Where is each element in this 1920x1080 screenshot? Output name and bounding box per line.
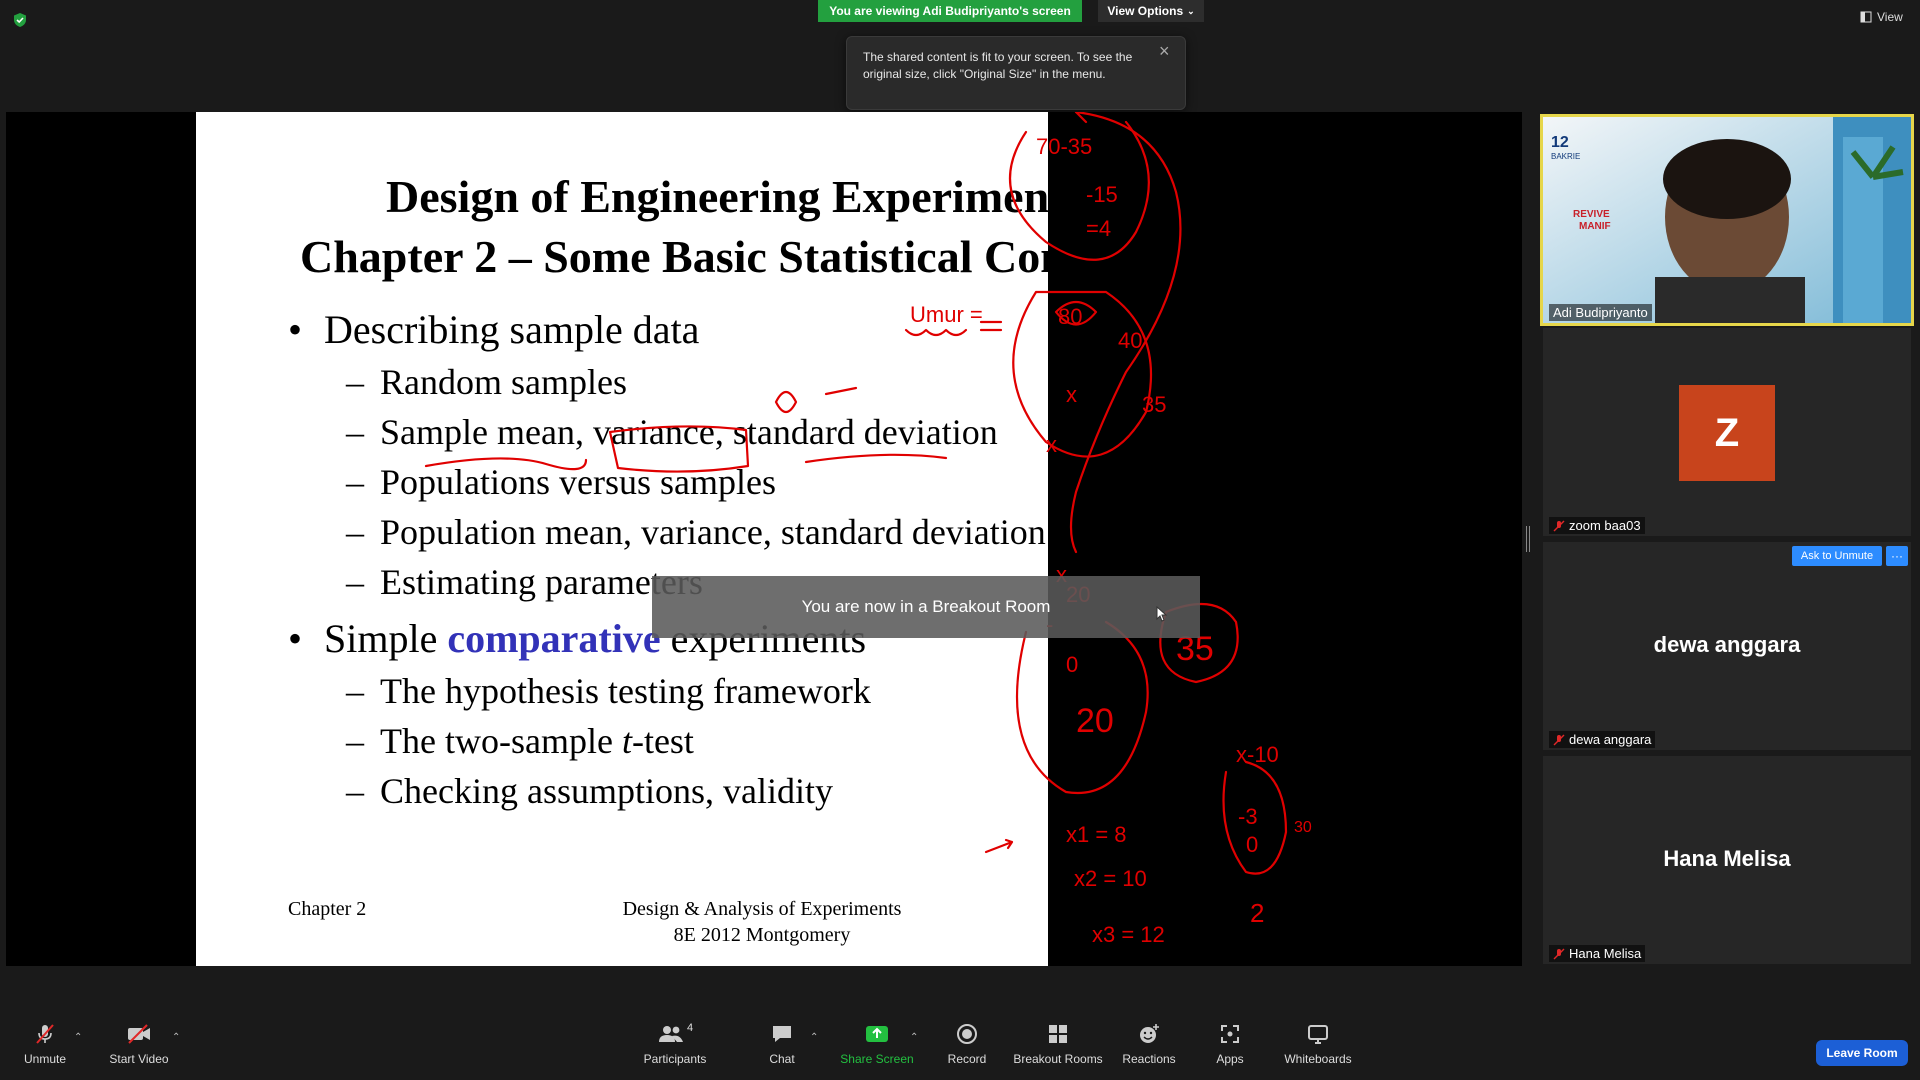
video-feed: 12 BAKRIE REVIVE MANIF bbox=[1543, 117, 1911, 323]
ink-text: x-10 bbox=[1236, 742, 1279, 767]
security-shield-icon[interactable] bbox=[12, 12, 28, 28]
ink-text: x bbox=[1046, 432, 1057, 457]
more-options-button[interactable]: ··· bbox=[1886, 546, 1908, 566]
ink-text: 0 bbox=[1066, 652, 1078, 677]
ink-underline-stddev bbox=[804, 453, 948, 464]
participant-name-tag: Adi Budipriyanto bbox=[1549, 304, 1652, 321]
muted-mic-icon bbox=[1553, 520, 1565, 531]
record-icon bbox=[957, 1024, 977, 1044]
ink-text: 0 bbox=[1246, 832, 1258, 857]
ink-text: x1 = 8 bbox=[1066, 822, 1127, 847]
chat-button[interactable]: Chat bbox=[760, 1008, 804, 1080]
breakout-rooms-button[interactable]: Breakout Rooms bbox=[1010, 1008, 1106, 1080]
start-video-button[interactable]: Start Video bbox=[104, 1008, 174, 1080]
chevron-down-icon: ⌄ bbox=[1187, 5, 1195, 16]
svg-text:MANIF: MANIF bbox=[1579, 221, 1611, 232]
tooltip-text: The shared content is fit to your screen… bbox=[863, 50, 1133, 81]
view-button[interactable]: View bbox=[1860, 10, 1903, 24]
view-options-label: View Options bbox=[1107, 4, 1184, 18]
meeting-toolbar: Unmute ⌃ Start Video ⌃ 4 Participants Ch… bbox=[0, 1008, 1920, 1080]
ink-text: -15 bbox=[1086, 182, 1118, 207]
video-tile-adi[interactable]: 12 BAKRIE REVIVE MANIF Adi Budipriyanto bbox=[1540, 114, 1914, 326]
ink-text: 40 bbox=[1118, 328, 1142, 353]
share-screen-button[interactable]: Share Screen bbox=[836, 1008, 918, 1080]
shared-screen: Design of Engineering Experiments Chapte… bbox=[6, 112, 1522, 966]
svg-text:REVIVE: REVIVE bbox=[1573, 209, 1610, 220]
apps-icon bbox=[1221, 1025, 1239, 1043]
video-tile-hana-melisa[interactable]: Hana Melisa Hana Melisa bbox=[1543, 756, 1911, 964]
breakout-rooms-icon bbox=[1049, 1025, 1067, 1043]
ink-text: x3 = 12 bbox=[1092, 922, 1165, 947]
audio-options-caret[interactable]: ⌃ bbox=[74, 1032, 82, 1043]
ink-text: x bbox=[1066, 382, 1077, 407]
record-button[interactable]: Record bbox=[940, 1008, 994, 1080]
ink-text: 35 bbox=[1142, 392, 1166, 417]
gallery-view-icon bbox=[1860, 11, 1872, 23]
ink-annotations: 70-35 -15 =4 Umur = 80 40 x 35 0 - x 20 … bbox=[424, 112, 1312, 947]
ink-text: -3 bbox=[1238, 804, 1258, 829]
avatar: Z bbox=[1679, 385, 1775, 481]
fit-to-screen-tooltip: The shared content is fit to your screen… bbox=[846, 36, 1186, 110]
svg-text:BAKRIE: BAKRIE bbox=[1551, 152, 1580, 161]
whiteboards-button[interactable]: Whiteboards bbox=[1278, 1008, 1358, 1080]
participant-name-tag: zoom baa03 bbox=[1549, 517, 1645, 534]
participants-button[interactable]: 4 Participants bbox=[640, 1008, 710, 1080]
share-screen-icon bbox=[866, 1026, 888, 1042]
ink-text: 20 bbox=[1076, 702, 1114, 740]
ink-text: =4 bbox=[1086, 216, 1111, 241]
ink-underline-sample-mean bbox=[424, 457, 588, 471]
video-tile-dewa-anggara[interactable]: dewa anggara dewa anggara bbox=[1543, 542, 1911, 750]
video-tile-zoom-baa03[interactable]: Z zoom baa03 bbox=[1543, 328, 1911, 536]
unmute-button[interactable]: Unmute bbox=[18, 1008, 72, 1080]
ask-to-unmute-button[interactable]: Ask to Unmute bbox=[1792, 546, 1882, 566]
participant-name-tag: Hana Melisa bbox=[1549, 945, 1646, 962]
reactions-button[interactable]: Reactions bbox=[1122, 1008, 1176, 1080]
muted-mic-icon bbox=[1553, 734, 1565, 745]
participants-count: 4 bbox=[686, 1022, 694, 1034]
ink-text: Umur = bbox=[910, 302, 983, 327]
muted-mic-icon bbox=[1553, 948, 1565, 959]
svg-text:12: 12 bbox=[1551, 134, 1569, 151]
ink-text: 80 bbox=[1058, 304, 1082, 329]
ink-arrow bbox=[984, 838, 1014, 854]
apps-button[interactable]: Apps bbox=[1210, 1008, 1250, 1080]
panel-resize-handle[interactable] bbox=[1526, 526, 1530, 552]
breakout-room-toast: You are now in a Breakout Room bbox=[652, 576, 1200, 638]
participant-display-name: Hana Melisa bbox=[1663, 846, 1791, 871]
participants-icon bbox=[658, 1026, 683, 1042]
close-icon[interactable]: × bbox=[1159, 41, 1170, 62]
ink-text: 70-35 bbox=[1036, 134, 1092, 159]
chat-icon bbox=[773, 1026, 791, 1042]
whiteboard-icon bbox=[1308, 1025, 1328, 1044]
reactions-icon bbox=[1140, 1024, 1159, 1043]
participant-display-name: dewa anggara bbox=[1653, 632, 1801, 657]
viewing-screen-banner: You are viewing Adi Budipriyanto's scree… bbox=[818, 0, 1082, 22]
share-options-caret[interactable]: ⌃ bbox=[910, 1032, 918, 1043]
ink-dash-mark bbox=[824, 386, 858, 396]
cursor-icon bbox=[1156, 606, 1168, 622]
chat-options-caret[interactable]: ⌃ bbox=[810, 1032, 818, 1043]
participant-name-tag: dewa anggara bbox=[1549, 731, 1656, 748]
video-options-caret[interactable]: ⌃ bbox=[172, 1032, 180, 1043]
ink-text: 30 bbox=[1294, 819, 1312, 836]
view-options-button[interactable]: View Options ⌄ bbox=[1098, 0, 1204, 22]
muted-mic-icon bbox=[36, 1024, 54, 1044]
ink-text: 2 bbox=[1250, 898, 1264, 928]
leave-room-button[interactable]: Leave Room bbox=[1816, 1040, 1908, 1066]
ink-zero-mark bbox=[774, 390, 798, 414]
ink-box-variance bbox=[608, 425, 750, 473]
ink-text: x2 = 10 bbox=[1074, 866, 1147, 891]
view-label: View bbox=[1877, 10, 1903, 24]
video-off-icon bbox=[128, 1024, 150, 1044]
